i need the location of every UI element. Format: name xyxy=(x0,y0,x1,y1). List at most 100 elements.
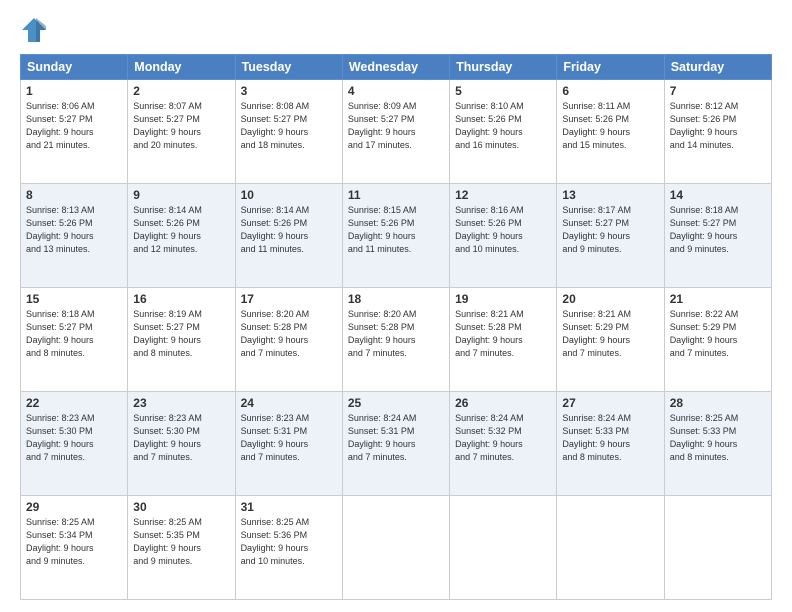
day-number: 31 xyxy=(241,500,337,514)
day-info: Sunrise: 8:24 AM Sunset: 5:33 PM Dayligh… xyxy=(562,412,658,464)
day-info: Sunrise: 8:23 AM Sunset: 5:30 PM Dayligh… xyxy=(26,412,122,464)
day-info: Sunrise: 8:07 AM Sunset: 5:27 PM Dayligh… xyxy=(133,100,229,152)
day-number: 6 xyxy=(562,84,658,98)
calendar-cell: 19 Sunrise: 8:21 AM Sunset: 5:28 PM Dayli… xyxy=(450,288,557,392)
day-info: Sunrise: 8:25 AM Sunset: 5:35 PM Dayligh… xyxy=(133,516,229,568)
calendar-cell: 10 Sunrise: 8:14 AM Sunset: 5:26 PM Dayli… xyxy=(235,184,342,288)
calendar-cell: 21 Sunrise: 8:22 AM Sunset: 5:29 PM Dayli… xyxy=(664,288,771,392)
day-info: Sunrise: 8:21 AM Sunset: 5:28 PM Dayligh… xyxy=(455,308,551,360)
day-number: 1 xyxy=(26,84,122,98)
day-number: 25 xyxy=(348,396,444,410)
calendar-cell xyxy=(450,496,557,600)
calendar-table: SundayMondayTuesdayWednesdayThursdayFrid… xyxy=(20,54,772,600)
calendar-cell: 8 Sunrise: 8:13 AM Sunset: 5:26 PM Daylig… xyxy=(21,184,128,288)
calendar-cell: 6 Sunrise: 8:11 AM Sunset: 5:26 PM Daylig… xyxy=(557,80,664,184)
day-info: Sunrise: 8:13 AM Sunset: 5:26 PM Dayligh… xyxy=(26,204,122,256)
day-number: 30 xyxy=(133,500,229,514)
calendar-cell: 3 Sunrise: 8:08 AM Sunset: 5:27 PM Daylig… xyxy=(235,80,342,184)
day-info: Sunrise: 8:21 AM Sunset: 5:29 PM Dayligh… xyxy=(562,308,658,360)
day-info: Sunrise: 8:23 AM Sunset: 5:30 PM Dayligh… xyxy=(133,412,229,464)
calendar-cell: 22 Sunrise: 8:23 AM Sunset: 5:30 PM Dayli… xyxy=(21,392,128,496)
page: SundayMondayTuesdayWednesdayThursdayFrid… xyxy=(0,0,792,612)
calendar-cell: 11 Sunrise: 8:15 AM Sunset: 5:26 PM Dayli… xyxy=(342,184,449,288)
calendar-cell: 30 Sunrise: 8:25 AM Sunset: 5:35 PM Dayli… xyxy=(128,496,235,600)
day-number: 8 xyxy=(26,188,122,202)
day-info: Sunrise: 8:16 AM Sunset: 5:26 PM Dayligh… xyxy=(455,204,551,256)
day-number: 27 xyxy=(562,396,658,410)
calendar-cell xyxy=(664,496,771,600)
calendar-cell: 23 Sunrise: 8:23 AM Sunset: 5:30 PM Dayli… xyxy=(128,392,235,496)
day-info: Sunrise: 8:14 AM Sunset: 5:26 PM Dayligh… xyxy=(133,204,229,256)
col-header-tuesday: Tuesday xyxy=(235,55,342,80)
col-header-thursday: Thursday xyxy=(450,55,557,80)
calendar-cell: 17 Sunrise: 8:20 AM Sunset: 5:28 PM Dayli… xyxy=(235,288,342,392)
calendar-cell: 7Sunrise: 8:12 AM Sunset: 5:26 PM Daylig… xyxy=(664,80,771,184)
calendar-cell: 14 Sunrise: 8:18 AM Sunset: 5:27 PM Dayli… xyxy=(664,184,771,288)
day-info: Sunrise: 8:23 AM Sunset: 5:31 PM Dayligh… xyxy=(241,412,337,464)
day-number: 24 xyxy=(241,396,337,410)
day-info: Sunrise: 8:09 AM Sunset: 5:27 PM Dayligh… xyxy=(348,100,444,152)
day-number: 19 xyxy=(455,292,551,306)
calendar-cell: 15Sunrise: 8:18 AM Sunset: 5:27 PM Dayli… xyxy=(21,288,128,392)
day-info: Sunrise: 8:15 AM Sunset: 5:26 PM Dayligh… xyxy=(348,204,444,256)
day-info: Sunrise: 8:18 AM Sunset: 5:27 PM Dayligh… xyxy=(26,308,122,360)
day-number: 10 xyxy=(241,188,337,202)
day-info: Sunrise: 8:06 AM Sunset: 5:27 PM Dayligh… xyxy=(26,100,122,152)
calendar-cell: 29Sunrise: 8:25 AM Sunset: 5:34 PM Dayli… xyxy=(21,496,128,600)
day-info: Sunrise: 8:08 AM Sunset: 5:27 PM Dayligh… xyxy=(241,100,337,152)
calendar-cell: 26 Sunrise: 8:24 AM Sunset: 5:32 PM Dayli… xyxy=(450,392,557,496)
logo-icon xyxy=(20,16,48,44)
day-info: Sunrise: 8:12 AM Sunset: 5:26 PM Dayligh… xyxy=(670,100,766,152)
calendar-cell xyxy=(342,496,449,600)
calendar-cell: 24 Sunrise: 8:23 AM Sunset: 5:31 PM Dayli… xyxy=(235,392,342,496)
day-info: Sunrise: 8:25 AM Sunset: 5:33 PM Dayligh… xyxy=(670,412,766,464)
calendar-cell: 4Sunrise: 8:09 AM Sunset: 5:27 PM Daylig… xyxy=(342,80,449,184)
col-header-saturday: Saturday xyxy=(664,55,771,80)
logo xyxy=(20,16,52,44)
day-info: Sunrise: 8:19 AM Sunset: 5:27 PM Dayligh… xyxy=(133,308,229,360)
day-number: 21 xyxy=(670,292,766,306)
calendar-cell: 27 Sunrise: 8:24 AM Sunset: 5:33 PM Dayli… xyxy=(557,392,664,496)
calendar-cell: 18 Sunrise: 8:20 AM Sunset: 5:28 PM Dayli… xyxy=(342,288,449,392)
day-number: 3 xyxy=(241,84,337,98)
day-number: 29 xyxy=(26,500,122,514)
day-number: 17 xyxy=(241,292,337,306)
col-header-friday: Friday xyxy=(557,55,664,80)
day-number: 14 xyxy=(670,188,766,202)
col-header-wednesday: Wednesday xyxy=(342,55,449,80)
calendar-cell: 2 Sunrise: 8:07 AM Sunset: 5:27 PM Daylig… xyxy=(128,80,235,184)
day-info: Sunrise: 8:20 AM Sunset: 5:28 PM Dayligh… xyxy=(241,308,337,360)
calendar-cell: 25 Sunrise: 8:24 AM Sunset: 5:31 PM Dayli… xyxy=(342,392,449,496)
calendar-cell: 31 Sunrise: 8:25 AM Sunset: 5:36 PM Dayli… xyxy=(235,496,342,600)
day-number: 11 xyxy=(348,188,444,202)
calendar-cell: 1 Sunrise: 8:06 AM Sunset: 5:27 PM Daylig… xyxy=(21,80,128,184)
calendar-cell: 28 Sunrise: 8:25 AM Sunset: 5:33 PM Dayli… xyxy=(664,392,771,496)
day-info: Sunrise: 8:22 AM Sunset: 5:29 PM Dayligh… xyxy=(670,308,766,360)
day-number: 16 xyxy=(133,292,229,306)
calendar-cell: 5 Sunrise: 8:10 AM Sunset: 5:26 PM Daylig… xyxy=(450,80,557,184)
day-info: Sunrise: 8:10 AM Sunset: 5:26 PM Dayligh… xyxy=(455,100,551,152)
calendar-cell: 12 Sunrise: 8:16 AM Sunset: 5:26 PM Dayli… xyxy=(450,184,557,288)
day-number: 26 xyxy=(455,396,551,410)
day-number: 2 xyxy=(133,84,229,98)
day-info: Sunrise: 8:17 AM Sunset: 5:27 PM Dayligh… xyxy=(562,204,658,256)
day-info: Sunrise: 8:20 AM Sunset: 5:28 PM Dayligh… xyxy=(348,308,444,360)
day-number: 13 xyxy=(562,188,658,202)
day-number: 5 xyxy=(455,84,551,98)
day-info: Sunrise: 8:18 AM Sunset: 5:27 PM Dayligh… xyxy=(670,204,766,256)
day-info: Sunrise: 8:11 AM Sunset: 5:26 PM Dayligh… xyxy=(562,100,658,152)
header xyxy=(20,16,772,44)
col-header-monday: Monday xyxy=(128,55,235,80)
day-number: 23 xyxy=(133,396,229,410)
day-number: 28 xyxy=(670,396,766,410)
day-info: Sunrise: 8:24 AM Sunset: 5:32 PM Dayligh… xyxy=(455,412,551,464)
day-number: 12 xyxy=(455,188,551,202)
day-number: 18 xyxy=(348,292,444,306)
day-info: Sunrise: 8:24 AM Sunset: 5:31 PM Dayligh… xyxy=(348,412,444,464)
day-info: Sunrise: 8:25 AM Sunset: 5:36 PM Dayligh… xyxy=(241,516,337,568)
calendar-cell: 16 Sunrise: 8:19 AM Sunset: 5:27 PM Dayli… xyxy=(128,288,235,392)
day-number: 9 xyxy=(133,188,229,202)
day-info: Sunrise: 8:14 AM Sunset: 5:26 PM Dayligh… xyxy=(241,204,337,256)
day-number: 20 xyxy=(562,292,658,306)
day-number: 22 xyxy=(26,396,122,410)
